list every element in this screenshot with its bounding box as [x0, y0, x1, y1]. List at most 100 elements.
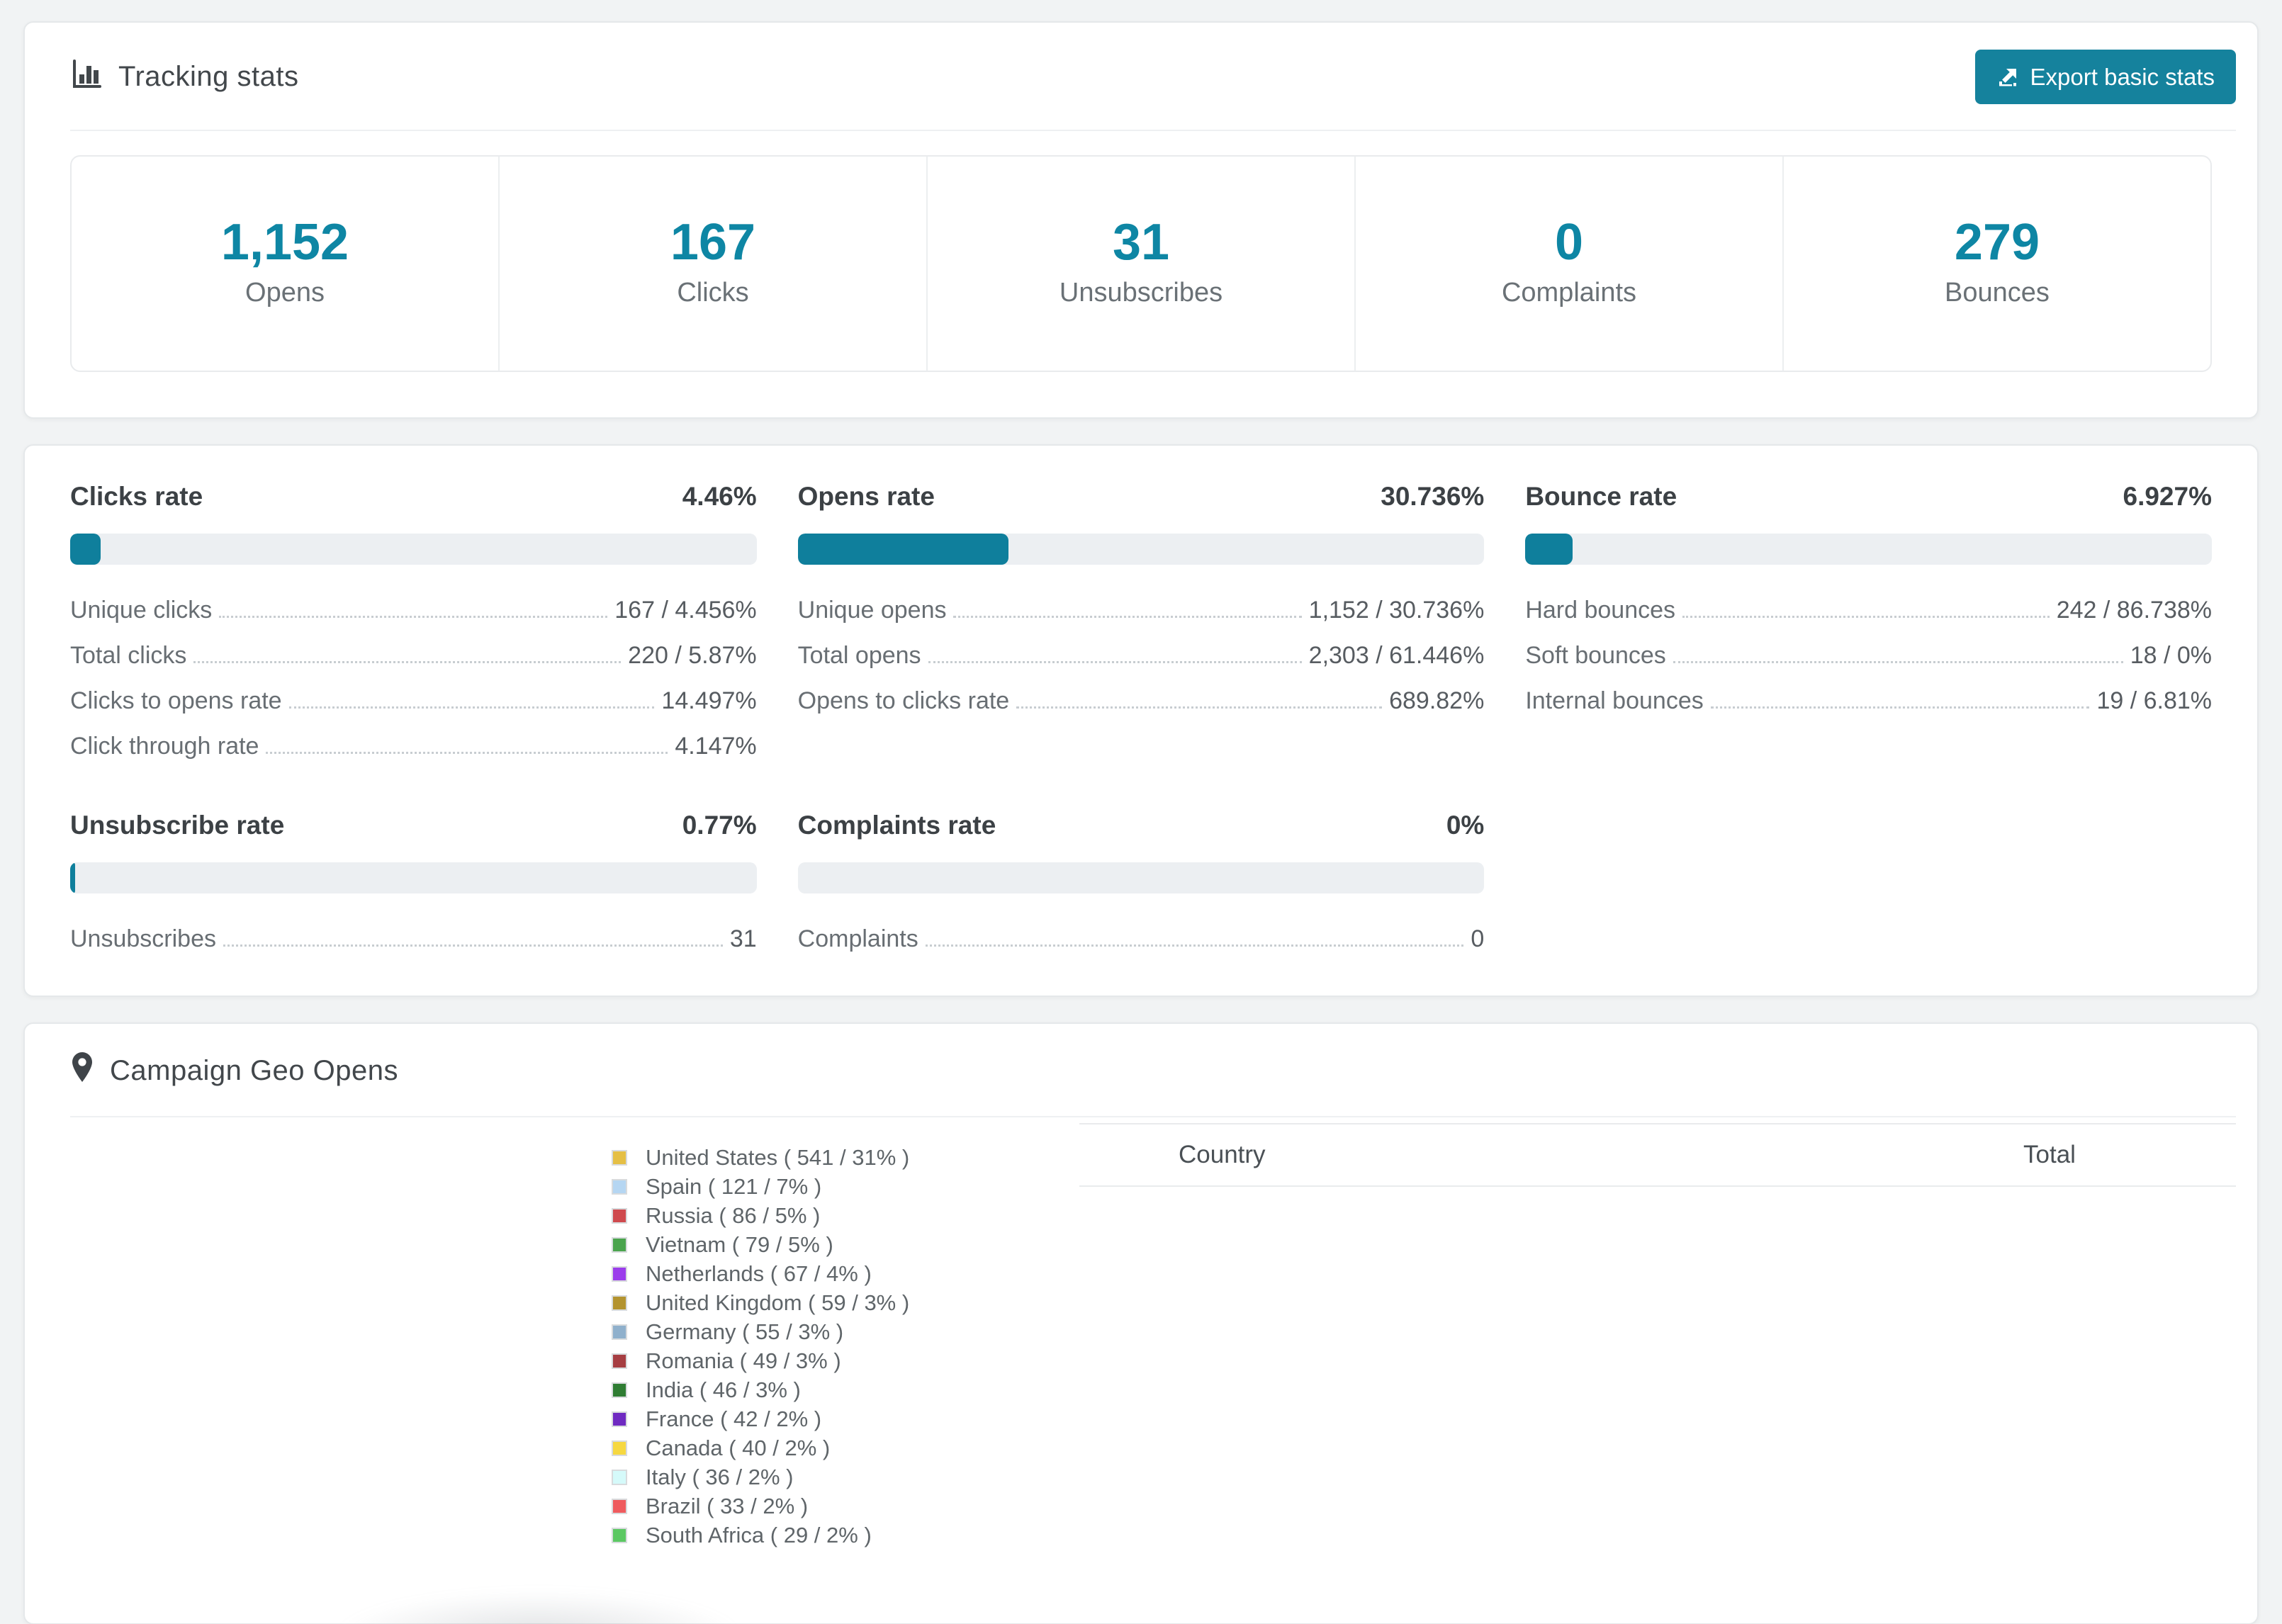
metric-row-unique-opens: Unique opens 1,152 / 30.736%: [798, 596, 1485, 624]
opens-rate-value: 30.736%: [1381, 482, 1485, 511]
legend-swatch: [612, 1149, 627, 1166]
stat-clicks: 167 Clicks: [498, 157, 926, 371]
legend-label: Netherlands ( 67 / 4% ): [646, 1261, 872, 1286]
tracking-stats-page: { "page": { "background": "#f1f3f4" }, "…: [0, 21, 2282, 1624]
geo-table-header: Country Total: [1079, 1123, 2236, 1187]
stat-unsubscribes: 31 Unsubscribes: [926, 157, 1354, 371]
dotted-leader: [1710, 706, 2090, 709]
metric-row-total-clicks: Total clicks 220 / 5.87%: [70, 641, 757, 670]
header-divider: [70, 130, 2236, 131]
metric-label: Soft bounces: [1525, 642, 1666, 669]
bounce-rate-title: Bounce rate: [1525, 482, 1677, 511]
metric-value: 19 / 6.81%: [2096, 687, 2212, 714]
legend-label: Russia ( 86 / 5% ): [646, 1202, 821, 1228]
legend-swatch: [612, 1324, 627, 1340]
stat-value-unsubscribes: 31: [1112, 214, 1170, 271]
metric-row-opens-to-clicks-rate: Opens to clicks rate 689.82%: [798, 687, 1485, 715]
legend-item-france: France ( 42 / 2% ): [612, 1404, 1079, 1433]
legend-item-russia: Russia ( 86 / 5% ): [612, 1201, 1079, 1230]
unsubscribe-rate-section: Unsubscribe rate 0.77% Unsubscribes 31: [70, 810, 757, 953]
campaign-geo-opens-card: Campaign Geo Opens United States ( 541 /…: [23, 1022, 2259, 1624]
legend-swatch: [612, 1469, 627, 1485]
geo-card-title: Campaign Geo Opens: [70, 1051, 398, 1090]
metric-label: Opens to clicks rate: [797, 687, 1010, 714]
legend-label: United States ( 541 / 31% ): [646, 1144, 910, 1170]
metric-label: Total clicks: [70, 642, 187, 669]
export-basic-stats-button[interactable]: Export basic stats: [1974, 50, 2236, 104]
complaints-rate-section: Complaints rate 0% Complaints 0: [797, 810, 1485, 953]
geo-table: Country Total: [1079, 1117, 2236, 1571]
tracking-stats-header: Tracking stats Export basic stats: [25, 23, 2257, 130]
opens-rate-section: Opens rate 30.736% Unique opens 1,152 / 30.…: [797, 481, 1485, 760]
legend-item-netherlands: Netherlands ( 67 / 4% ): [612, 1259, 1079, 1288]
legend-item-spain: Spain ( 121 / 7% ): [612, 1172, 1079, 1201]
stat-value-bounces: 279: [1954, 214, 2040, 271]
column-header-country: Country: [1179, 1141, 1266, 1168]
clicks-rate-progress-fill: [70, 534, 101, 565]
metric-row-clicks-to-opens-rate: Clicks to opens rate 14.497%: [70, 687, 757, 715]
stat-complaints: 0 Complaints: [1354, 157, 1782, 371]
legend-label: Canada ( 40 / 2% ): [646, 1435, 831, 1460]
complaints-rate-title: Complaints rate: [797, 811, 996, 840]
stat-value-clicks: 167: [670, 214, 756, 271]
tracking-stats-title: Tracking stats: [70, 57, 298, 97]
legend-label: Romania ( 49 / 3% ): [646, 1348, 841, 1373]
stat-label-clicks: Clicks: [677, 278, 749, 308]
dotted-leader: [953, 616, 1302, 618]
stat-label-bounces: Bounces: [1945, 278, 2050, 308]
legend-swatch: [612, 1411, 627, 1427]
unsubscribe-rate-progress-bar: [70, 862, 757, 893]
metric-label: Clicks to opens rate: [70, 687, 282, 714]
legend-swatch: [612, 1236, 627, 1253]
legend-label: Italy ( 36 / 2% ): [646, 1464, 794, 1489]
metric-value: 14.497%: [661, 687, 757, 714]
legend-item-brazil: Brazil ( 33 / 2% ): [612, 1492, 1079, 1521]
export-icon: [1996, 66, 2019, 89]
legend-swatch: [612, 1527, 627, 1543]
legend-label: France ( 42 / 2% ): [646, 1406, 822, 1431]
bounce-rate-progress-fill: [1525, 534, 1573, 565]
clicks-rate-head: Clicks rate 4.46%: [70, 481, 757, 512]
export-button-label: Export basic stats: [2030, 64, 2215, 90]
metric-value: 242 / 86.738%: [2056, 597, 2212, 624]
legend-item-vietnam: Vietnam ( 79 / 5% ): [612, 1230, 1079, 1259]
metric-label: Hard bounces: [1525, 597, 1676, 624]
clicks-rate-title: Clicks rate: [70, 482, 203, 511]
metric-label: Click through rate: [70, 733, 259, 760]
complaints-rate-value: 0%: [1446, 811, 1485, 840]
geo-body: United States ( 541 / 31% ) Spain ( 121 /…: [25, 1117, 2257, 1571]
map-pin-icon: [70, 1051, 94, 1090]
dotted-leader: [193, 661, 622, 663]
legend-label: Spain ( 121 / 7% ): [646, 1173, 822, 1199]
dotted-leader: [928, 661, 1302, 663]
opens-rate-head: Opens rate 30.736%: [798, 481, 1485, 512]
geo-card-header: Campaign Geo Opens: [25, 1024, 2257, 1116]
tracking-stats-card: Tracking stats Export basic stats 1,152 O…: [23, 21, 2259, 419]
stat-value-complaints: 0: [1554, 214, 1584, 271]
complaints-rate-head: Complaints rate 0%: [798, 810, 1485, 841]
legend-swatch: [612, 1440, 627, 1456]
metric-row-unique-clicks: Unique clicks 167 / 4.456%: [70, 596, 757, 624]
opens-rate-progress-fill: [797, 534, 1009, 565]
geo-title: Campaign Geo Opens: [110, 1054, 399, 1086]
legend-swatch: [612, 1382, 627, 1398]
legend-item-canada: Canada ( 40 / 2% ): [612, 1433, 1079, 1462]
dotted-leader: [219, 616, 608, 618]
metric-row-total-opens: Total opens 2,303 / 61.446%: [798, 641, 1485, 670]
metric-label: Total opens: [797, 642, 921, 669]
legend-item-south-africa: South Africa ( 29 / 2% ): [612, 1521, 1079, 1550]
metric-label: Complaints: [797, 925, 918, 952]
pie-chart-wrap: [70, 1117, 583, 1571]
unsubscribe-rate-value: 0.77%: [682, 811, 757, 840]
metric-value: 1,152 / 30.736%: [1308, 597, 1485, 624]
stat-label-opens: Opens: [245, 278, 325, 308]
pie-legend: United States ( 541 / 31% ) Spain ( 121 /…: [612, 1117, 1079, 1571]
unsubscribe-rate-progress-fill: [70, 862, 76, 893]
bar-chart-icon: [70, 57, 103, 97]
legend-item-india: India ( 46 / 3% ): [612, 1375, 1079, 1404]
legend-label: South Africa ( 29 / 2% ): [646, 1522, 872, 1547]
geo-opens-pie-chart[interactable]: [130, 1117, 583, 1571]
legend-item-united-kingdom: United Kingdom ( 59 / 3% ): [612, 1288, 1079, 1317]
bounce-rate-head: Bounce rate 6.927%: [1525, 481, 2212, 512]
dotted-leader: [925, 944, 1464, 947]
